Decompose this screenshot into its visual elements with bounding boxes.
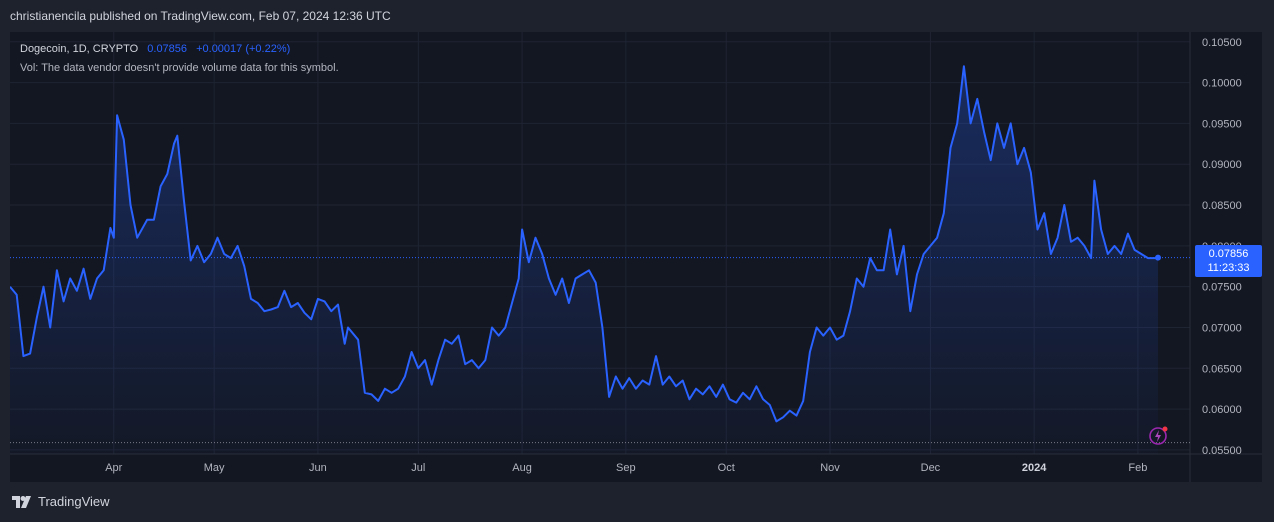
y-tick-label: 0.08500 <box>1202 200 1242 212</box>
lightning-alert-icon[interactable] <box>1148 426 1168 446</box>
footer-brand-name: TradingView <box>38 494 110 509</box>
legend-price: 0.07856 <box>147 43 188 55</box>
last-price-label: 0.07856 11:23:33 <box>1195 245 1262 277</box>
published-by-text: christianencila published on TradingView… <box>10 9 391 23</box>
x-tick-label: Sep <box>616 462 636 474</box>
x-tick-label: Nov <box>820 462 840 474</box>
y-tick-label: 0.07500 <box>1202 282 1242 294</box>
last-price-point <box>1155 254 1161 261</box>
chart-legend: Dogecoin, 1D, CRYPTO 0.07856 +0.00017 (+… <box>20 40 339 78</box>
x-tick-label: May <box>204 462 225 474</box>
footer-brand[interactable]: TradingView <box>12 494 110 509</box>
x-tick-label: Apr <box>105 462 122 474</box>
x-tick-label: Jun <box>309 462 327 474</box>
y-tick-label: 0.06500 <box>1202 363 1242 375</box>
y-tick-label: 0.07000 <box>1202 322 1242 334</box>
x-tick-label: Feb <box>1128 462 1147 474</box>
x-tick-label: 2024 <box>1022 462 1047 474</box>
last-price-value: 0.07856 <box>1208 248 1249 260</box>
legend-volume-note: Vol: The data vendor doesn't provide vol… <box>20 62 339 74</box>
legend-symbol[interactable]: Dogecoin, 1D, CRYPTO <box>20 43 138 55</box>
x-tick-label: Oct <box>718 462 735 474</box>
y-tick-label: 0.10000 <box>1202 78 1242 90</box>
legend-change: +0.00017 (+0.22%) <box>196 43 291 55</box>
y-tick-label: 0.05500 <box>1202 445 1242 457</box>
time-axis[interactable]: Apr May Jun Jul Aug Sep Oct Nov Dec 2024 Feb <box>105 462 1147 474</box>
y-tick-label: 0.09000 <box>1202 159 1242 171</box>
chart-pane[interactable]: 0.055000.060000.065000.070000.075000.080… <box>10 32 1262 482</box>
tradingview-logo-icon <box>12 495 31 508</box>
x-tick-label: Dec <box>921 462 941 474</box>
y-tick-label: 0.10500 <box>1202 37 1242 49</box>
price-area-fill <box>10 66 1158 455</box>
price-chart[interactable]: 0.055000.060000.065000.070000.075000.080… <box>10 32 1262 482</box>
x-tick-label: Aug <box>512 462 532 474</box>
y-tick-label: 0.06000 <box>1202 404 1242 416</box>
y-tick-label: 0.09500 <box>1202 118 1242 130</box>
x-tick-label: Jul <box>411 462 425 474</box>
bar-countdown: 11:23:33 <box>1207 262 1250 274</box>
